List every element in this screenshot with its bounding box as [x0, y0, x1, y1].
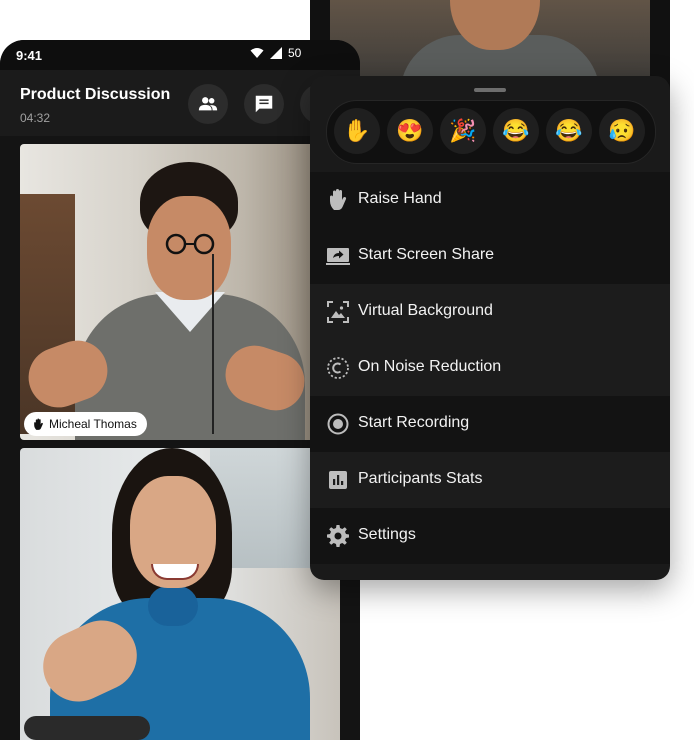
signal-icon — [270, 47, 282, 59]
hand-icon — [330, 189, 347, 210]
participant-turtleneck — [148, 586, 198, 626]
status-bar: 9:41 50 — [0, 40, 360, 70]
headset-mic — [212, 254, 214, 434]
gear-icon — [327, 525, 349, 547]
meeting-title: Product Discussion — [20, 86, 171, 103]
party-popper-reaction[interactable]: 🎉 — [440, 108, 486, 154]
laughing-reaction[interactable]: 😂 — [493, 108, 539, 154]
glasses — [165, 233, 215, 255]
screen-share-icon — [326, 248, 350, 265]
emoji: 😥 — [608, 118, 636, 143]
emoji: ✋ — [343, 118, 371, 143]
more-options-menu: ✋ 😍 🎉 😂 😂 😥 Raise Hand Start Screen Shar… — [310, 76, 670, 580]
participant-name-tag: Micheal Thomas — [24, 412, 147, 436]
status-time: 9:41 — [16, 48, 43, 63]
emoji: 🎉 — [449, 118, 477, 143]
drag-handle[interactable] — [474, 88, 506, 92]
stats-icon — [329, 471, 347, 489]
menu-item-participants-stats[interactable]: Participants Stats — [310, 452, 670, 508]
chat-button[interactable] — [244, 84, 284, 124]
heart-eyes-reaction[interactable]: 😍 — [387, 108, 433, 154]
menu-item-raise-hand[interactable]: Raise Hand — [310, 172, 670, 228]
menu-item-label: Raise Hand — [358, 190, 442, 207]
reaction-bar: ✋ 😍 🎉 😂 😂 😥 — [326, 100, 656, 164]
menu-item-label: On Noise Reduction — [358, 358, 502, 375]
menu-item-settings[interactable]: Settings — [310, 508, 670, 564]
tears-of-joy-reaction[interactable]: 😂 — [546, 108, 592, 154]
menu-item-label: Start Screen Share — [358, 246, 495, 263]
menu-item-label: Settings — [358, 526, 416, 543]
menu-item-screen-share[interactable]: Start Screen Share — [310, 228, 670, 284]
people-icon — [198, 97, 218, 111]
chat-icon — [255, 95, 273, 113]
participant-name: Micheal Thomas — [49, 417, 137, 431]
virtual-background-icon — [327, 301, 349, 323]
menu-item-label: Virtual Background — [358, 302, 493, 319]
record-icon — [327, 413, 349, 435]
video-tile[interactable]: Micheal Thomas — [20, 144, 340, 440]
raise-hand-reaction[interactable]: ✋ — [334, 108, 380, 154]
meeting-timer: 04:32 — [20, 111, 51, 125]
battery-level: 50 — [288, 46, 302, 60]
menu-item-noise-reduction[interactable]: On Noise Reduction — [310, 340, 670, 396]
menu-item-label: Participants Stats — [358, 470, 483, 487]
sad-reaction[interactable]: 😥 — [599, 108, 645, 154]
wifi-icon — [250, 48, 264, 58]
meeting-header: Product Discussion 04:32 — [0, 70, 360, 136]
status-icons: 50 — [250, 46, 301, 60]
participants-button[interactable] — [188, 84, 228, 124]
emoji: 😍 — [396, 118, 424, 143]
menu-item-start-recording[interactable]: Start Recording — [310, 396, 670, 452]
noise-reduction-icon — [327, 357, 349, 379]
emoji: 😂 — [502, 118, 530, 143]
menu-item-virtual-background[interactable]: Virtual Background — [310, 284, 670, 340]
raised-hand-icon — [34, 418, 43, 430]
menu-item-label: Start Recording — [358, 414, 470, 431]
meeting-phone: 9:41 50 Product Discussion 04:32 Micheal… — [0, 40, 360, 740]
emoji: 😂 — [555, 118, 583, 143]
video-tile[interactable] — [20, 448, 340, 740]
